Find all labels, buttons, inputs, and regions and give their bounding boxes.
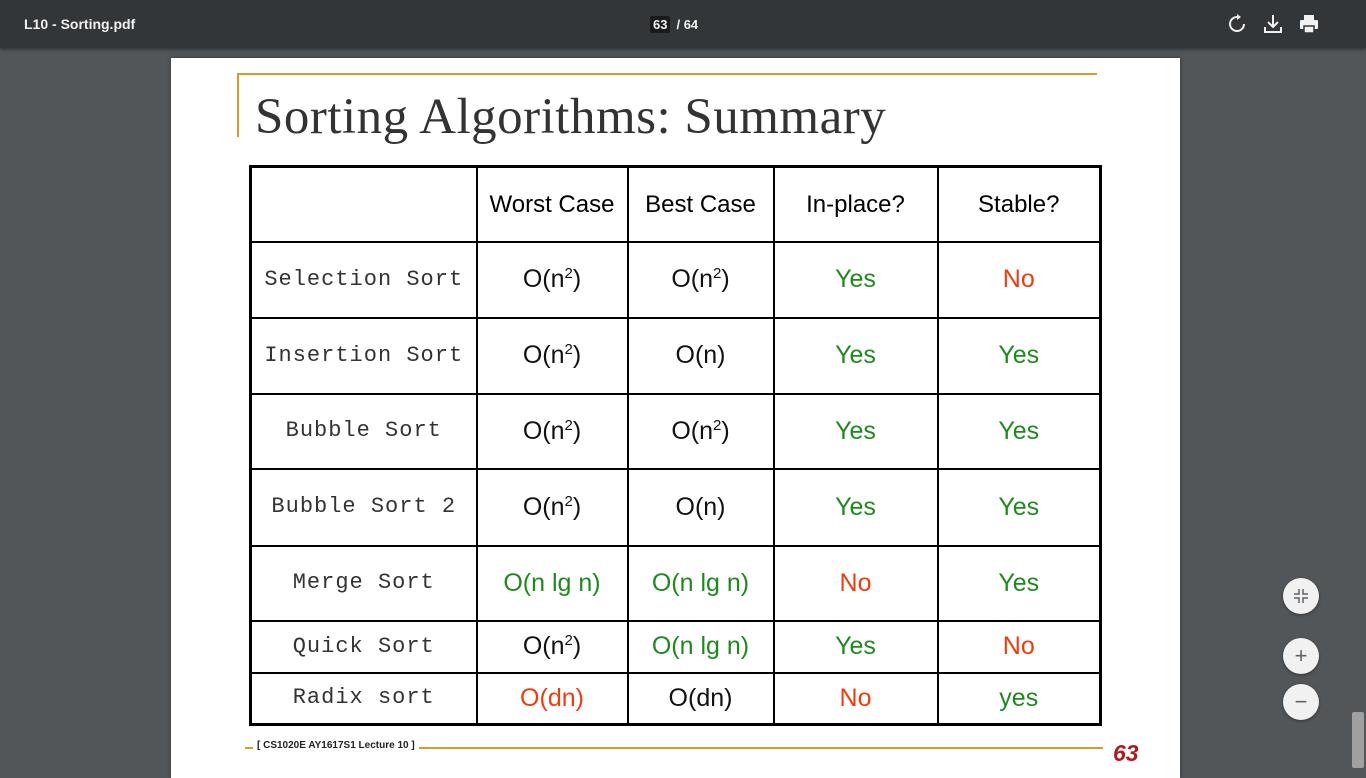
header-worst-case: Worst Case	[475, 165, 629, 243]
best-case-value: O(n2)	[626, 240, 775, 319]
title-left-rule	[237, 73, 239, 137]
worst-case-value: O(n2)	[475, 240, 629, 319]
slide-page-number: 63	[1113, 740, 1139, 766]
worst-case-value: O(n2)	[475, 619, 629, 674]
scrollbar-thumb[interactable]	[1352, 712, 1364, 768]
zoom-out-button[interactable]: −	[1283, 684, 1319, 720]
in-place-value: Yes	[772, 316, 939, 395]
stable-value: No	[936, 619, 1102, 674]
best-case-value: O(n lg n)	[626, 619, 775, 674]
header-empty-cell	[249, 165, 478, 243]
download-icon[interactable]	[1262, 13, 1284, 35]
table-row: Selection Sort O(n2) O(n2) Yes No	[249, 240, 1102, 319]
table-row: Bubble Sort O(n2) O(n2) Yes Yes	[249, 392, 1102, 470]
stable-value: yes	[936, 671, 1102, 726]
stable-value: Yes	[936, 544, 1102, 622]
table-row: Bubble Sort 2 O(n2) O(n) Yes Yes	[249, 467, 1102, 547]
algorithm-name: Selection Sort	[249, 240, 478, 319]
table-header-row: Worst Case Best Case In-place? Stable?	[249, 165, 1102, 243]
rotate-icon[interactable]	[1226, 13, 1248, 35]
worst-case-value: O(n2)	[475, 316, 629, 395]
best-case-value: O(n)	[626, 316, 775, 395]
in-place-value: No	[772, 671, 939, 726]
table-row: Insertion Sort O(n2) O(n) Yes Yes	[249, 316, 1102, 395]
pdf-page: Sorting Algorithms: Summary Worst Case B…	[171, 58, 1180, 778]
in-place-value: Yes	[772, 467, 939, 547]
worst-case-value: O(n2)	[475, 467, 629, 547]
worst-case-value: O(dn)	[475, 671, 629, 726]
worst-case-value: O(n2)	[475, 392, 629, 470]
header-in-place: In-place?	[772, 165, 939, 243]
fit-to-page-icon[interactable]	[1283, 578, 1319, 614]
best-case-value: O(n2)	[626, 392, 775, 470]
footer-course-label: [ CS1020E AY1617S1 Lecture 10 ]	[253, 740, 419, 751]
sorting-summary-table: Worst Case Best Case In-place? Stable? S…	[249, 165, 1102, 726]
zoom-in-button[interactable]: +	[1283, 638, 1319, 674]
algorithm-name: Quick Sort	[249, 619, 478, 674]
in-place-value: Yes	[772, 240, 939, 319]
page-indicator: 63 / 64	[650, 16, 698, 33]
title-top-rule	[237, 73, 1097, 75]
header-best-case: Best Case	[626, 165, 775, 243]
in-place-value: Yes	[772, 619, 939, 674]
algorithm-name: Bubble Sort 2	[249, 467, 478, 547]
scrollbar-track[interactable]	[1350, 48, 1366, 768]
best-case-value: O(n)	[626, 467, 775, 547]
page-number-input[interactable]: 63	[650, 16, 671, 33]
in-place-value: Yes	[772, 392, 939, 470]
algorithm-name: Insertion Sort	[249, 316, 478, 395]
header-stable: Stable?	[936, 165, 1102, 243]
in-place-value: No	[772, 544, 939, 622]
pdf-toolbar: L10 - Sorting.pdf 63 / 64	[0, 0, 1366, 48]
table-row: Quick Sort O(n2) O(n lg n) Yes No	[249, 619, 1102, 674]
algorithm-name: Radix sort	[249, 671, 478, 726]
worst-case-value: O(n lg n)	[475, 544, 629, 622]
stable-value: Yes	[936, 392, 1102, 470]
page-total: / 64	[676, 17, 699, 32]
best-case-value: O(n lg n)	[626, 544, 775, 622]
document-title: L10 - Sorting.pdf	[24, 16, 136, 32]
stable-value: Yes	[936, 467, 1102, 547]
print-icon[interactable]	[1298, 13, 1320, 35]
algorithm-name: Bubble Sort	[249, 392, 478, 470]
slide-title: Sorting Algorithms: Summary	[255, 89, 887, 145]
best-case-value: O(dn)	[626, 671, 775, 726]
stable-value: No	[936, 240, 1102, 319]
algorithm-name: Merge Sort	[249, 544, 478, 622]
table-row: Merge Sort O(n lg n) O(n lg n) No Yes	[249, 544, 1102, 622]
table-row: Radix sort O(dn) O(dn) No yes	[249, 671, 1102, 726]
stable-value: Yes	[936, 316, 1102, 395]
